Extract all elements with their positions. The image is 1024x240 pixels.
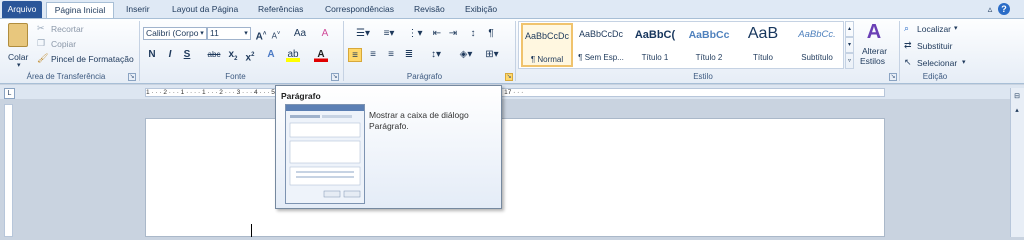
copy-button[interactable]: Copiar	[51, 39, 76, 49]
sort-icon[interactable]: ↕	[466, 27, 480, 41]
dialog-preview-graphic	[286, 105, 364, 198]
clipboard-launcher-icon[interactable]: ↘	[128, 73, 136, 81]
cut-button[interactable]: Recortar	[51, 24, 84, 34]
gallery-more-icon[interactable]: ▿	[845, 53, 854, 69]
format-painter-button[interactable]: Pincel de Formatação	[51, 54, 134, 64]
horizontal-ruler[interactable]: 1 · · · 2 · · · 1 · · · · 1 · · · 2 · · …	[145, 88, 885, 97]
paste-dropdown-icon[interactable]: ▾	[17, 61, 21, 69]
subscript-icon[interactable]: x2	[226, 48, 240, 62]
tab-review[interactable]: Revisão	[414, 2, 445, 18]
scroll-up-icon[interactable]: ▴	[1011, 104, 1023, 118]
find-button[interactable]: Localizar	[917, 24, 951, 34]
paragraph-dialog-preview-icon	[285, 104, 365, 204]
clipboard-group-label: Área de Transferência	[26, 72, 106, 81]
find-dropdown-icon[interactable]: ▾	[954, 24, 958, 32]
align-center-icon[interactable]: ≡	[366, 48, 380, 62]
paragraph-group-label: Parágrafo	[406, 72, 443, 81]
tab-selector-icon[interactable]: L	[4, 88, 15, 99]
document-page[interactable]	[145, 118, 885, 237]
group-separator	[515, 21, 516, 81]
gallery-scroll-up-icon[interactable]: ▴	[845, 21, 854, 37]
borders-icon[interactable]: ⊞▾	[482, 48, 502, 62]
font-group-label: Fonte	[225, 72, 246, 81]
styles-group-label: Estilo	[693, 72, 713, 81]
font-name-dropdown-icon[interactable]: ▾	[197, 27, 207, 41]
tab-references[interactable]: Referências	[258, 2, 303, 18]
tab-view[interactable]: Exibição	[465, 2, 497, 18]
replace-icon: ⇄	[904, 40, 912, 50]
group-separator	[899, 21, 900, 81]
style-no-spacing[interactable]: AaBbCcDc ¶ Sem Esp...	[575, 23, 627, 67]
font-launcher-icon[interactable]: ↘	[331, 73, 339, 81]
shrink-font-icon[interactable]: A˅	[269, 27, 283, 41]
clear-formatting-icon[interactable]: A	[318, 27, 332, 41]
copy-icon: ❐	[37, 38, 46, 48]
replace-button[interactable]: Substituir	[917, 41, 952, 51]
bullets-icon[interactable]: ☰▾	[352, 27, 374, 41]
tooltip-title: Parágrafo	[281, 91, 321, 101]
group-separator	[343, 21, 344, 81]
tab-insert[interactable]: Inserir	[126, 2, 150, 18]
style-normal[interactable]: AaBbCcDc ¶ Normal	[521, 23, 573, 67]
styles-launcher-icon[interactable]: ↘	[889, 73, 897, 81]
tab-file[interactable]: Arquivo	[2, 1, 42, 18]
tooltip-description: Mostrar a caixa de diálogo Parágrafo.	[369, 110, 469, 131]
vertical-ruler[interactable]	[4, 104, 13, 237]
highlight-icon[interactable]: ab	[286, 48, 300, 62]
shading-icon[interactable]: ◈▾	[456, 48, 476, 62]
format-painter-icon: 🖌	[37, 53, 49, 63]
ruler-toggle-icon[interactable]: ⊟	[1011, 90, 1023, 104]
ribbon: Colar ▾ ✂ Recortar ❐ Copiar 🖌 Pincel de …	[0, 18, 1024, 84]
vertical-scrollbar[interactable]: ⊟ ▴	[1010, 88, 1024, 237]
text-cursor	[251, 224, 252, 237]
style-heading-1[interactable]: AaBbC( Título 1	[629, 23, 681, 67]
numbering-icon[interactable]: ≡▾	[378, 27, 400, 41]
styles-gallery: AaBbCcDc ¶ Normal AaBbCcDc ¶ Sem Esp... …	[518, 21, 844, 69]
show-marks-icon[interactable]: ¶	[484, 27, 498, 41]
increase-indent-icon[interactable]: ⇥	[446, 27, 460, 41]
font-color-icon[interactable]: A	[314, 48, 328, 62]
select-icon: ↖	[904, 57, 912, 67]
align-right-icon[interactable]: ≡	[384, 48, 398, 62]
gallery-scroll-down-icon[interactable]: ▾	[845, 37, 854, 53]
decrease-indent-icon[interactable]: ⇤	[430, 27, 444, 41]
change-styles-icon[interactable]: A	[862, 21, 886, 43]
tab-mailings[interactable]: Correspondências	[325, 2, 394, 18]
paste-icon[interactable]	[8, 23, 28, 47]
editing-group-label: Edição	[922, 72, 948, 81]
grow-font-icon[interactable]: A˄	[254, 27, 268, 42]
multilevel-list-icon[interactable]: ⋮▾	[404, 27, 426, 41]
align-left-icon[interactable]: ≡	[348, 48, 362, 62]
font-size-dropdown-icon[interactable]: ▾	[241, 27, 251, 41]
change-styles-label-2[interactable]: Estilos	[860, 56, 885, 66]
superscript-icon[interactable]: x2	[243, 48, 257, 63]
bold-icon[interactable]: N	[145, 48, 159, 62]
scissors-icon: ✂	[37, 23, 45, 33]
ribbon-tab-bar: Arquivo Página Inicial Inserir Layout da…	[0, 0, 1024, 18]
paragraph-launcher-icon[interactable]: ↘	[505, 73, 513, 81]
change-case-icon[interactable]: Aa	[293, 27, 307, 41]
style-subtitle[interactable]: AaBbCc. Subtítulo	[791, 23, 843, 67]
help-icon[interactable]: ?	[998, 3, 1010, 15]
select-dropdown-icon[interactable]: ▾	[962, 58, 966, 66]
find-icon: ⌕	[904, 23, 910, 33]
select-button[interactable]: Selecionar	[917, 58, 957, 68]
minimize-ribbon-icon[interactable]: ▵	[984, 3, 996, 15]
strikethrough-icon[interactable]: abc	[205, 48, 223, 62]
group-separator	[139, 21, 140, 81]
line-spacing-icon[interactable]: ↕▾	[426, 48, 446, 62]
underline-icon[interactable]: S	[180, 48, 194, 62]
text-effects-icon[interactable]: A	[264, 48, 278, 62]
tab-page-layout[interactable]: Layout da Página	[172, 2, 238, 18]
change-styles-label[interactable]: Alterar	[862, 46, 887, 56]
justify-icon[interactable]: ≣	[402, 48, 416, 62]
style-heading-2[interactable]: AaBbCc Título 2	[683, 23, 735, 67]
paragraph-tooltip: Parágrafo Mostrar a caixa de diálogo Par…	[275, 85, 502, 209]
style-title[interactable]: AaB Título	[737, 23, 789, 67]
italic-icon[interactable]: I	[163, 48, 177, 62]
tab-home[interactable]: Página Inicial	[46, 2, 114, 18]
